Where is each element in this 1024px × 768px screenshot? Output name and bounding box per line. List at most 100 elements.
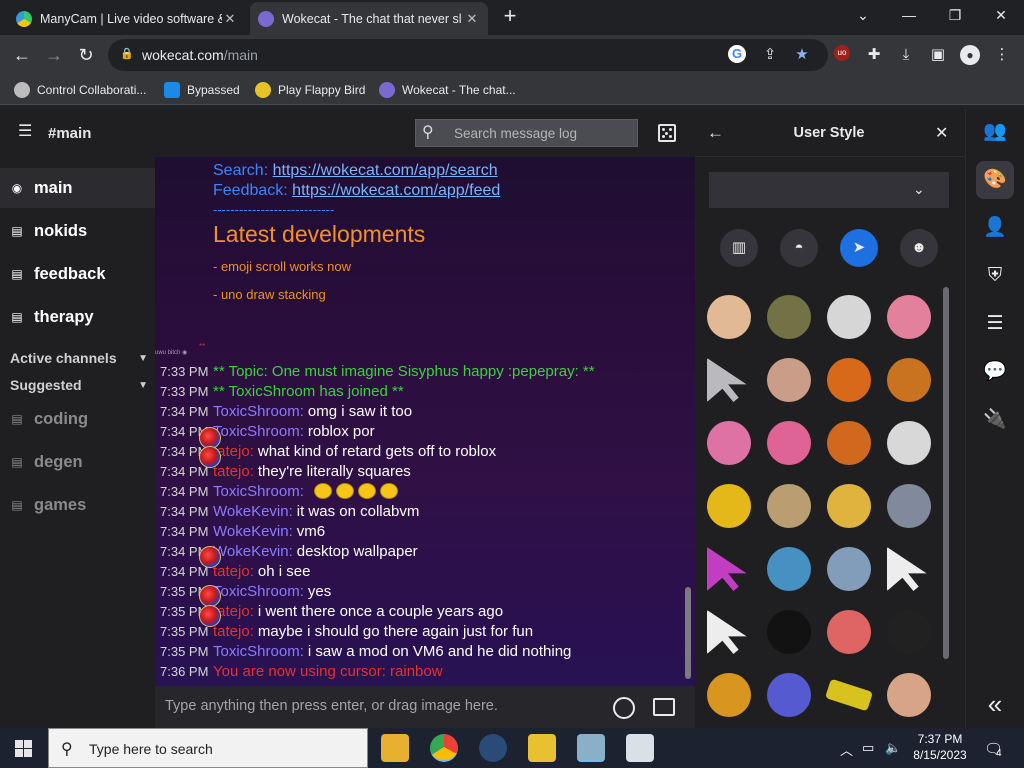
cursor-option-cat-figure[interactable] [761,478,817,534]
sidebar-item-coding[interactable]: ▤ coding [0,399,155,439]
active-channels-toggle[interactable]: Active channels ▼ [10,350,150,366]
cursor-option-doge[interactable] [761,289,817,345]
tab-manycam[interactable]: ManyCam | Live video software & ✕ [8,2,246,35]
image-upload-icon[interactable] [653,698,675,716]
cursor-option-rainbow-trail[interactable] [761,667,817,723]
cursor-option-toast-cat[interactable] [701,289,757,345]
google-lens-icon[interactable]: G [728,45,746,63]
bookmark-wokecat[interactable]: Wokecat - The chat... [379,81,516,99]
message-composer[interactable]: Type anything then press enter, or drag … [155,686,695,728]
message-nick[interactable]: WokeKevin: [213,503,293,520]
cursor-option-shark[interactable] [821,541,877,597]
users-icon[interactable]: 👥 [976,113,1014,151]
notes-icon[interactable] [528,734,556,762]
chat-scrollbar[interactable] [685,587,691,679]
taskbar-search-input[interactable]: ⚲ Type here to search [48,728,368,768]
bookmark-bypassed[interactable]: Bypassed [164,81,240,99]
message-nick[interactable]: ToxicShroom: [213,403,304,420]
reload-button[interactable]: ↻ [74,43,98,67]
download-icon[interactable]: ⤓ [896,45,916,65]
hamburger-menu-icon[interactable]: ☰ [18,124,34,140]
sidebar-item-therapy[interactable]: ▤ therapy [0,297,155,337]
cursor-option-fox[interactable] [821,415,877,471]
cursor-option-yin-yang[interactable] [761,604,817,660]
tab-wokecat[interactable]: Wokecat - The chat that never sl ✕ [250,2,488,35]
double-chevron-left-icon[interactable]: « [976,685,1014,723]
face-icon[interactable]: ☻ [900,229,938,267]
message-nick[interactable]: tatejo: [213,623,254,640]
cursor-option-small-figure[interactable] [821,604,877,660]
message-nick[interactable]: WokeKevin: [213,543,293,560]
cursor-option-swirl[interactable] [881,604,937,660]
menu-icon[interactable]: ⋮ [992,45,1012,65]
sidebar-item-nokids[interactable]: ▤ nokids [0,211,155,251]
cursor-option-white-arrow-2[interactable] [701,604,757,660]
hat-icon[interactable]: ◓ [780,229,818,267]
feedback-link[interactable]: https://wokecat.com/app/feed [292,182,500,199]
sidebar-item-games[interactable]: ▤ games [0,485,155,525]
bookmark-control-collaboration[interactable]: Control Collaborati... [14,81,146,99]
chevron-up-icon[interactable]: ︿ [840,740,853,759]
sidebar-item-main[interactable]: ◉ main [0,168,155,208]
back-button[interactable]: ← [10,43,34,67]
cursor-option-needle[interactable] [881,352,937,408]
cursor-option-taco[interactable] [701,667,757,723]
message-nick[interactable]: WokeKevin: [213,523,293,540]
cursor-option-sphere[interactable] [821,289,877,345]
cursor-option-rainbow-arrow[interactable] [701,541,757,597]
file-explorer-icon[interactable] [381,734,409,762]
tab-search-icon[interactable]: ⌄ [840,0,886,32]
search-message-log-input[interactable]: ⚲ Search message log [415,119,638,147]
user-icon[interactable]: 👤 [976,209,1014,247]
cursor-option-face-photo[interactable] [881,667,937,723]
cursor-option-dorito[interactable] [821,352,877,408]
clock[interactable]: 7:37 PM 8/15/2023 [910,731,970,763]
steam-icon[interactable] [479,734,507,762]
chat-icon[interactable]: 💬 [976,353,1014,391]
message-nick[interactable]: ToxicShroom: [213,643,304,660]
message-input[interactable]: Type anything then press enter, or drag … [165,698,498,714]
cursor-option-pink-flower[interactable] [761,415,817,471]
presentation-icon[interactable] [626,734,654,762]
close-window-button[interactable]: ✕ [978,0,1024,32]
vest-icon[interactable]: ▥ [720,229,758,267]
chrome-icon[interactable] [430,734,458,762]
close-tab-icon[interactable]: ✕ [464,11,480,27]
profile-icon[interactable]: ● [960,45,980,65]
cursor-option-sad-face[interactable] [761,541,817,597]
message-nick[interactable]: ToxicShroom: [213,483,304,500]
cursor-option-pink-fish[interactable] [701,415,757,471]
network-icon[interactable]: ▭ [862,740,874,756]
suggested-toggle[interactable]: Suggested ▼ [10,377,150,393]
search-link[interactable]: https://wokecat.com/app/search [273,162,498,179]
palette-icon[interactable]: 🎨 [976,161,1014,199]
dice-icon[interactable] [658,124,676,142]
message-nick[interactable]: ToxicShroom: [213,583,304,600]
cursor-option-pigeon[interactable] [881,478,937,534]
cursor-option-hamster[interactable] [881,415,937,471]
cursor-option-flesh[interactable] [761,352,817,408]
cursor-option-true-text[interactable] [821,667,877,723]
bookmark-flappy-bird[interactable]: Play Flappy Bird [255,81,365,99]
cursor-option-pink-bow[interactable] [881,289,937,345]
new-tab-button[interactable]: + [498,5,522,29]
sidebar-item-feedback[interactable]: ▤ feedback [0,254,155,294]
ublock-icon[interactable]: uo [834,45,850,61]
bookmark-star-icon[interactable]: ★ [792,45,812,65]
cursor-option-pencil[interactable] [821,478,877,534]
close-tab-icon[interactable]: ✕ [222,11,238,27]
style-select[interactable]: ⌄ [709,172,949,208]
message-nick[interactable]: ToxicShroom: [213,423,304,440]
cursor-option-laughing-emoji[interactable] [701,478,757,534]
share-icon[interactable]: ⇪ [760,45,780,65]
plug-icon[interactable]: 🔌 [976,401,1014,439]
manycam-icon[interactable] [577,734,605,762]
restore-button[interactable]: ❐ [932,0,978,32]
emoji-picker-icon[interactable] [613,697,635,719]
message-nick[interactable]: tatejo: [213,463,254,480]
extensions-icon[interactable]: ✚ [864,45,884,65]
cursor-option-black-arrow[interactable] [881,541,937,597]
sidebar-item-degen[interactable]: ▤ degen [0,442,155,482]
volume-icon[interactable]: 🔈 [885,740,901,756]
cursor-icon[interactable]: ➤ [840,229,878,267]
